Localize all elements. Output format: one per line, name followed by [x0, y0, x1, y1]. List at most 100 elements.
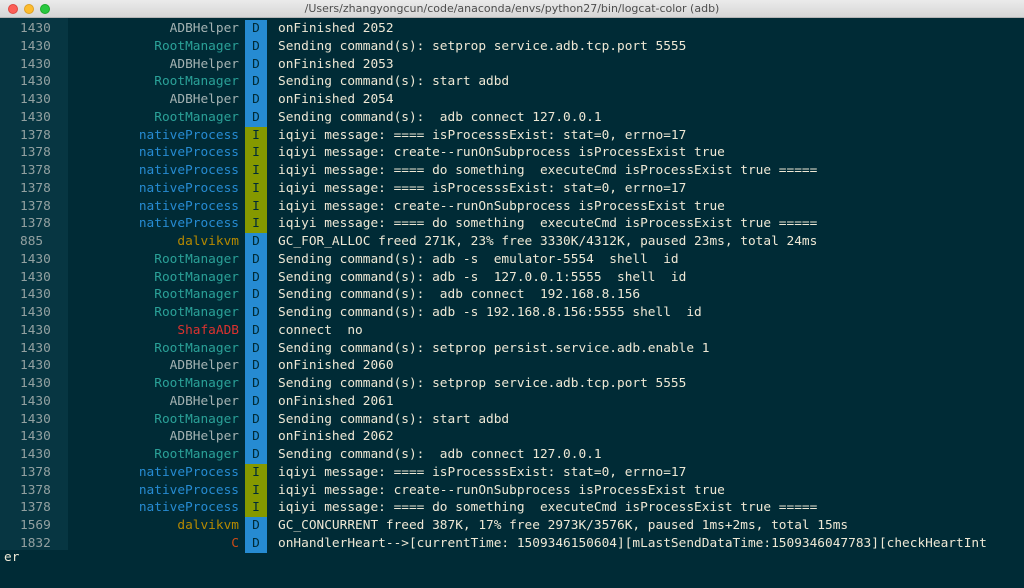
log-message: Sending command(s): adb connect 192.168.…: [278, 287, 641, 303]
log-pid: 1430: [20, 251, 51, 267]
log-message: onFinished 2052: [278, 21, 394, 36]
log-message: iqiyi message: ==== isProcesssExist: sta…: [278, 180, 687, 196]
log-pid: 1430: [20, 287, 51, 303]
log-level-badge: D: [245, 357, 267, 375]
log-tag: RootManager: [154, 340, 239, 356]
log-pid: 1378: [20, 145, 51, 161]
log-pid: 1430: [20, 322, 51, 338]
log-pid: 1430: [20, 429, 51, 445]
log-level-badge: D: [245, 392, 267, 411]
log-level-badge: I: [245, 499, 267, 517]
log-level-badge: D: [245, 410, 267, 429]
log-level-badge: I: [245, 197, 267, 216]
log-message: Sending command(s): adb -s 192.168.8.156…: [278, 305, 702, 320]
log-tag: RootManager: [154, 376, 239, 391]
log-message: iqiyi message: ==== do something execute…: [278, 163, 818, 178]
log-pid: 1430: [20, 38, 51, 54]
log-level-badge: I: [245, 162, 267, 180]
log-message: Sending command(s): start adbd: [278, 411, 510, 427]
wrapped-line-continuation: er: [4, 550, 20, 565]
log-level-badge: D: [245, 517, 267, 535]
log-tag: RootManager: [154, 287, 239, 303]
log-tag: RootManager: [154, 109, 239, 125]
log-tag: dalvikvm: [177, 234, 239, 249]
log-pid: 1378: [20, 198, 51, 214]
log-level-badge: D: [245, 37, 267, 56]
log-pid: 1378: [20, 500, 51, 516]
log-message: Sending command(s): start adbd: [278, 74, 510, 90]
log-tag: ShafaADB: [177, 322, 239, 338]
terminal-output[interactable]: 1430 ADBHelper DonFinished 2052 1430 RootMan…: [0, 18, 1024, 588]
log-tag: ADBHelper: [169, 393, 239, 409]
log-message: Sending command(s): setprop service.adb.…: [278, 376, 687, 391]
log-level-badge: D: [245, 446, 267, 464]
log-tag: RootManager: [154, 251, 239, 267]
log-level-badge: I: [245, 463, 267, 482]
log-message: onFinished 2060: [278, 358, 394, 374]
log-tag: dalvikvm: [177, 518, 239, 533]
log-pid: 1832: [20, 535, 51, 551]
log-level-badge: D: [245, 91, 267, 109]
log-pid: 1378: [20, 180, 51, 196]
log-level-badge: D: [245, 321, 267, 340]
log-level-badge: D: [245, 304, 267, 322]
log-message: GC_CONCURRENT freed 387K, 17% free 2973K…: [278, 518, 849, 533]
log-pid: 1430: [20, 358, 51, 374]
log-level-badge: I: [245, 179, 267, 198]
log-tag: nativeProcess: [138, 145, 239, 161]
log-tag: RootManager: [154, 269, 239, 285]
log-tag: ADBHelper: [169, 56, 239, 72]
log-message: onFinished 2062: [278, 429, 394, 445]
log-level-badge: D: [245, 375, 267, 393]
window-title: /Users/zhangyongcun/code/anaconda/envs/p…: [304, 2, 720, 15]
log-tag: RootManager: [154, 447, 239, 462]
log-tag: RootManager: [154, 411, 239, 427]
log-message: iqiyi message: create--runOnSubprocess i…: [278, 198, 725, 214]
log-message: Sending command(s): setprop persist.serv…: [278, 340, 710, 356]
log-tag: ADBHelper: [169, 429, 239, 445]
log-pid: 1430: [20, 393, 51, 409]
log-tag: C: [231, 535, 239, 551]
log-pid: 1569: [20, 518, 51, 533]
window-titlebar[interactable]: /Users/zhangyongcun/code/anaconda/envs/p…: [0, 0, 1024, 18]
log-pid: 1378: [20, 216, 51, 232]
log-pid: 1430: [20, 305, 51, 320]
log-tag: nativeProcess: [138, 180, 239, 196]
log-tag: nativeProcess: [138, 500, 239, 516]
log-level-badge: D: [245, 233, 267, 251]
log-tag: nativeProcess: [138, 482, 239, 498]
log-pid: 1430: [20, 21, 51, 36]
log-level-badge: D: [245, 339, 267, 358]
log-message: Sending command(s): setprop service.adb.…: [278, 38, 687, 54]
log-level-badge: I: [245, 144, 267, 162]
log-pid: 1430: [20, 56, 51, 72]
log-pid: 1378: [20, 127, 51, 143]
log-pid: 1430: [20, 92, 51, 107]
log-level-badge: D: [245, 20, 267, 38]
log-message: Sending command(s): adb -s 127.0.0.1:555…: [278, 269, 687, 285]
log-pid: 1378: [20, 482, 51, 498]
log-tag: ADBHelper: [169, 92, 239, 107]
log-message: Sending command(s): adb connect 127.0.0.…: [278, 109, 602, 125]
log-level-badge: D: [245, 55, 267, 74]
log-message: Sending command(s): adb connect 127.0.0.…: [278, 447, 602, 462]
log-level-badge: D: [245, 286, 267, 304]
log-tag: RootManager: [154, 74, 239, 90]
log-tag: nativeProcess: [138, 198, 239, 214]
log-level-badge: I: [245, 126, 267, 145]
log-pid: 1430: [20, 109, 51, 125]
log-level-badge: D: [245, 108, 267, 127]
log-tag: ADBHelper: [169, 21, 239, 36]
log-message: iqiyi message: create--runOnSubprocess i…: [278, 482, 725, 498]
log-level-badge: D: [245, 250, 267, 269]
log-tag: ADBHelper: [169, 358, 239, 374]
log-pid: 1430: [20, 269, 51, 285]
log-pid: 1430: [20, 411, 51, 427]
log-message: Sending command(s): adb -s emulator-5554…: [278, 251, 679, 267]
log-message: onFinished 2054: [278, 92, 394, 107]
log-message: onHandlerHeart-->[currentTime: 150934615…: [278, 535, 987, 551]
log-pid: 1430: [20, 340, 51, 356]
log-level-badge: D: [245, 268, 267, 287]
log-pid: 1378: [20, 464, 51, 480]
log-tag: nativeProcess: [138, 216, 239, 232]
